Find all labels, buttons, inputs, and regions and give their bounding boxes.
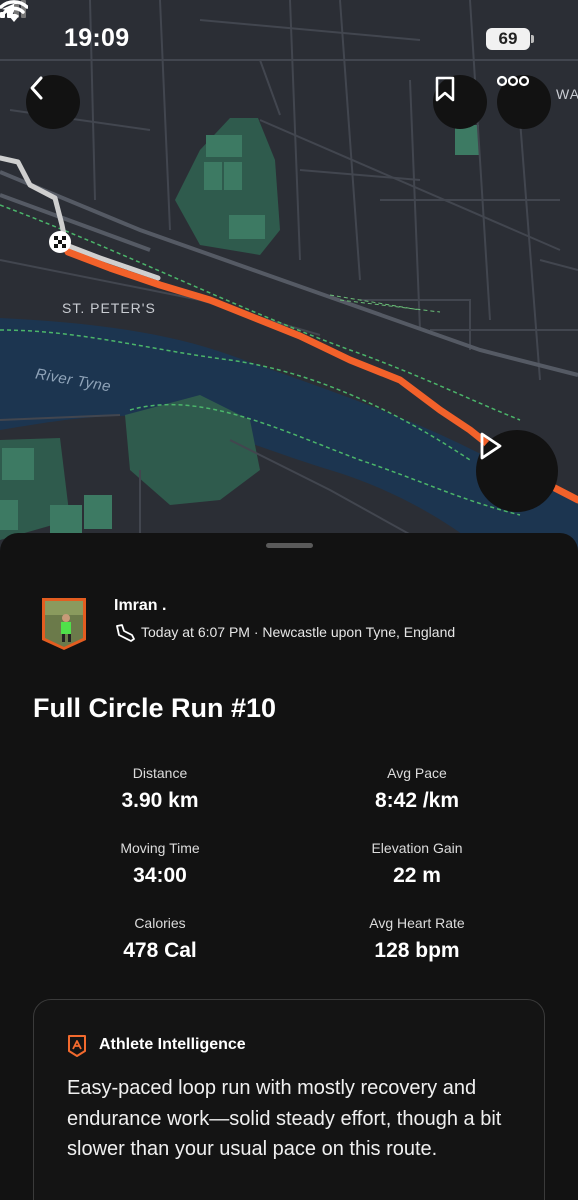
athlete-intelligence-summary: Easy-paced loop run with mostly recovery… <box>67 1077 502 1160</box>
stat-distance: Distance 3.90 km <box>60 765 260 813</box>
shoe-icon <box>116 624 135 642</box>
sports-pitch <box>84 495 112 529</box>
stat-value: 8:42 /km <box>374 789 460 812</box>
activity-title: Full Circle Run #10 <box>33 693 277 723</box>
activity-meta: Today at 6:07 PM · Newcastle upon Tyne, … <box>141 624 456 640</box>
avatar[interactable] <box>38 596 90 652</box>
sports-pitch <box>455 125 479 155</box>
stat-label: Avg Heart Rate <box>369 915 465 931</box>
stat-avg-pace: Avg Pace 8:42 /km <box>317 765 517 813</box>
athlete-intelligence-icon <box>68 1035 86 1057</box>
athlete-name[interactable]: Imran . <box>114 597 166 615</box>
status-time: 19:09 <box>64 24 130 52</box>
stat-elevation-gain: Elevation Gain 22 m <box>317 840 517 888</box>
stat-label: Calories <box>134 915 186 931</box>
route-map[interactable]: ST. PETER'S River Tyne WA 19:09 69 <box>0 0 578 560</box>
status-bar: 19:09 69 <box>0 0 578 70</box>
route-line-gray <box>0 155 161 281</box>
battery-tip <box>531 35 534 43</box>
stat-label: Avg Pace <box>387 765 447 781</box>
stat-value: 478 Cal <box>123 939 197 962</box>
wifi-icon <box>0 0 28 22</box>
map-label-edge: WA <box>556 86 578 102</box>
sports-pitch <box>2 448 34 480</box>
activity-sheet: Imran . Today at 6:07 PM · Newcastle upo… <box>0 533 578 1200</box>
stat-value: 34:00 <box>133 864 187 887</box>
bookmark-button[interactable] <box>433 75 487 129</box>
stat-value: 3.90 km <box>121 789 199 812</box>
stat-calories: Calories 478 Cal <box>60 915 260 963</box>
stat-label: Moving Time <box>120 840 200 856</box>
bookmark-icon <box>435 76 455 102</box>
sheet-drag-handle[interactable] <box>266 543 313 548</box>
sports-pitch <box>229 215 265 239</box>
sports-pitch <box>0 500 18 530</box>
stat-moving-time: Moving Time 34:00 <box>60 840 260 888</box>
sports-pitch <box>224 162 242 190</box>
stat-avg-heart-rate: Avg Heart Rate 128 bpm <box>317 915 517 963</box>
stat-value: 128 bpm <box>374 939 460 962</box>
more-dots-icon <box>497 75 529 87</box>
battery-indicator: 69 <box>486 28 530 50</box>
stat-value: 22 m <box>393 864 441 887</box>
sports-pitch <box>204 162 222 190</box>
back-chevron-icon <box>30 76 43 100</box>
play-flyby-button[interactable] <box>476 430 558 512</box>
athlete-intelligence-title: Athlete Intelligence <box>99 1036 246 1053</box>
checkered-flag-icon <box>49 231 71 253</box>
back-button[interactable] <box>26 75 80 129</box>
stat-label: Elevation Gain <box>371 840 463 856</box>
more-options-button[interactable] <box>497 75 551 129</box>
stat-label: Distance <box>132 765 188 781</box>
sports-pitch <box>206 135 242 157</box>
play-icon <box>480 432 502 460</box>
sports-pitch <box>50 505 82 533</box>
map-label-area: ST. PETER'S <box>62 300 156 316</box>
athlete-intelligence-card[interactable]: Athlete Intelligence Easy-paced loop run… <box>33 999 545 1200</box>
